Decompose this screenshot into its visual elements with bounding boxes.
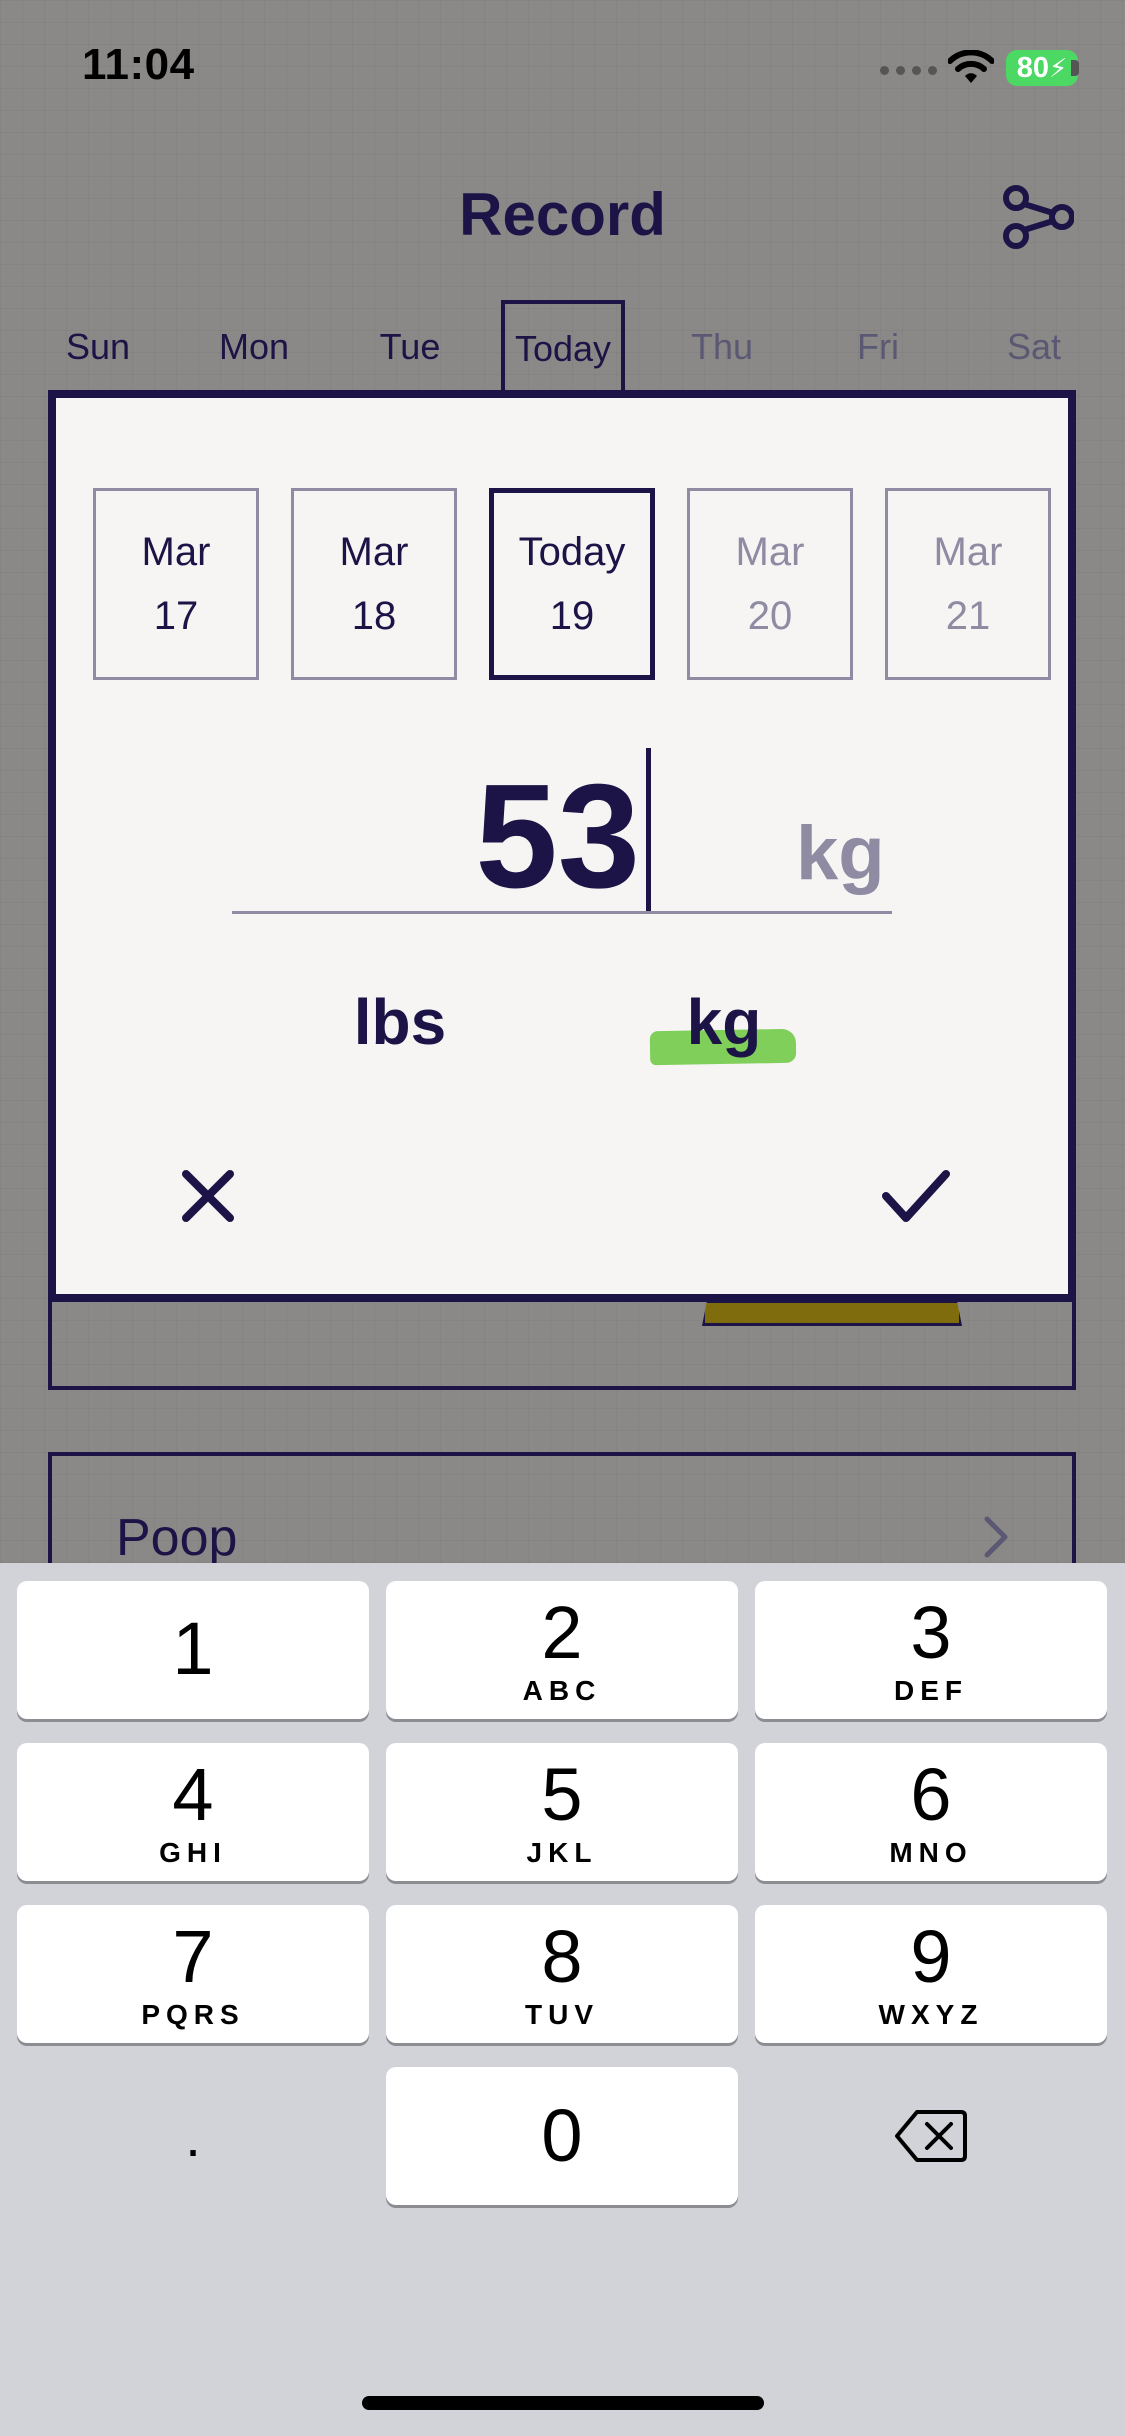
date-option-month: Today — [518, 530, 626, 574]
key-digit: 6 — [910, 1753, 952, 1836]
key-letters: PQRS — [141, 1999, 245, 2030]
tab-thu[interactable]: Thu — [660, 300, 784, 394]
date-option-day: 17 — [153, 594, 199, 638]
date-option-month: Mar — [141, 530, 211, 574]
unit-option-kg[interactable]: kg — [624, 985, 824, 1059]
poop-card-label: Poop — [116, 1509, 238, 1567]
date-option-mar-21[interactable]: Mar 21 — [885, 488, 1051, 680]
chevron-right-icon — [984, 1516, 1008, 1558]
tab-today[interactable]: Today — [501, 300, 625, 394]
week-tabs: Sun Mon Tue Today Thu Fri Sat — [36, 300, 1098, 394]
key-letters: WXYZ — [878, 1999, 984, 2030]
weight-input-underline — [232, 911, 892, 914]
key-digit: 4 — [172, 1753, 214, 1836]
unit-option-lbs[interactable]: lbs — [300, 985, 500, 1059]
date-option-day: 21 — [945, 594, 991, 638]
date-option-day: 20 — [747, 594, 793, 638]
key-4[interactable]: 4 GHI — [17, 1743, 369, 1881]
key-backspace[interactable] — [755, 2067, 1107, 2205]
text-cursor — [646, 748, 651, 914]
status-time: 11:04 — [82, 40, 195, 89]
key-9[interactable]: 9 WXYZ — [755, 1905, 1107, 2043]
key-7[interactable]: 7 PQRS — [17, 1905, 369, 2043]
key-0[interactable]: 0 — [386, 2067, 738, 2205]
battery-level: 80 — [1016, 51, 1049, 84]
key-letters: MNO — [889, 1837, 973, 1868]
battery-indicator: 80 ⚡ — [1006, 50, 1078, 86]
date-option-mar-18[interactable]: Mar 18 — [291, 488, 457, 680]
page-title: Record — [459, 181, 666, 248]
key-letters: TUV — [525, 1999, 599, 2030]
date-option-mar-17[interactable]: Mar 17 — [93, 488, 259, 680]
home-indicator[interactable] — [362, 2396, 764, 2410]
date-option-today[interactable]: Today 19 — [489, 488, 655, 680]
backspace-icon — [895, 2110, 967, 2162]
key-1[interactable]: 1 — [17, 1581, 369, 1719]
battery-cap — [1071, 60, 1079, 76]
key-digit: 8 — [541, 1915, 583, 1998]
tab-sun[interactable]: Sun — [36, 300, 160, 394]
key-decimal[interactable]: . — [17, 2067, 369, 2205]
date-option-month: Mar — [735, 530, 805, 574]
key-5[interactable]: 5 JKL — [386, 1743, 738, 1881]
key-digit: 1 — [172, 1607, 214, 1690]
key-digit: 2 — [541, 1591, 583, 1674]
key-digit: 9 — [910, 1915, 952, 1998]
tab-sat[interactable]: Sat — [972, 300, 1096, 394]
weight-card-illustration — [702, 1300, 962, 1326]
date-option-month: Mar — [339, 530, 409, 574]
date-option-mar-20[interactable]: Mar 20 — [687, 488, 853, 680]
key-letters: JKL — [526, 1837, 598, 1868]
date-option-day: 18 — [351, 594, 397, 638]
key-digit: 7 — [172, 1915, 214, 1998]
numeric-keypad: 1 2 ABC 3 DEF 4 GHI 5 JKL 6 MNO 7 PQRS 8… — [0, 1563, 1125, 2436]
wifi-icon — [948, 50, 994, 83]
key-digit: 0 — [541, 2094, 583, 2177]
share-icon[interactable] — [1002, 184, 1074, 250]
tab-mon[interactable]: Mon — [192, 300, 316, 394]
date-option-day: 19 — [549, 594, 595, 638]
tab-tue[interactable]: Tue — [348, 300, 472, 394]
key-digit: 3 — [910, 1591, 952, 1674]
key-letters: DEF — [894, 1675, 968, 1706]
key-8[interactable]: 8 TUV — [386, 1905, 738, 2043]
key-letters: GHI — [159, 1837, 227, 1868]
key-6[interactable]: 6 MNO — [755, 1743, 1107, 1881]
weight-input[interactable]: 53 — [440, 752, 640, 922]
key-digit: 5 — [541, 1753, 583, 1836]
check-icon[interactable] — [880, 1164, 952, 1228]
cellular-signal-icon — [880, 66, 937, 75]
key-2[interactable]: 2 ABC — [386, 1581, 738, 1719]
date-option-month: Mar — [933, 530, 1003, 574]
key-3[interactable]: 3 DEF — [755, 1581, 1107, 1719]
key-letters: ABC — [522, 1675, 602, 1706]
tab-fri[interactable]: Fri — [816, 300, 940, 394]
weight-unit-suffix: kg — [796, 811, 885, 896]
close-icon[interactable] — [176, 1164, 240, 1228]
